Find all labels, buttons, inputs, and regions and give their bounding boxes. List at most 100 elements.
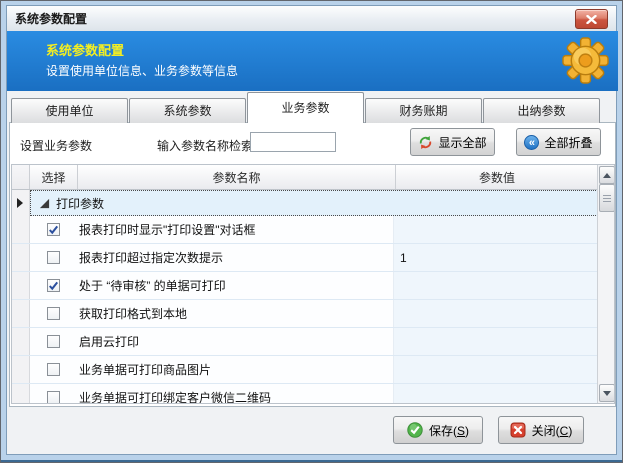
title-bar[interactable]: 系统参数配置 <box>7 6 616 31</box>
check-icon <box>48 225 59 235</box>
checkbox-box[interactable] <box>47 335 60 348</box>
tab-label: 财务账期 <box>399 104 447 118</box>
table-row[interactable]: 获取打印格式到本地 <box>12 300 598 328</box>
checkbox-box[interactable] <box>47 223 60 236</box>
group-expanded-icon[interactable] <box>39 198 50 209</box>
checkbox-box[interactable] <box>47 391 60 403</box>
param-checkbox[interactable] <box>30 244 77 271</box>
page-title: 系统参数配置 <box>46 40 124 59</box>
double-chevron-left-icon: « <box>524 135 539 150</box>
column-header-select[interactable]: 选择 <box>30 165 78 189</box>
checkbox-box[interactable] <box>47 363 60 376</box>
checkbox-box[interactable] <box>47 251 60 264</box>
param-name: 业务单据可打印商品图片 <box>77 356 394 383</box>
table-row[interactable]: 报表打印时显示"打印设置"对话框 <box>12 216 598 244</box>
param-value[interactable] <box>394 216 598 243</box>
row-indicator <box>12 244 30 271</box>
scroll-down-button[interactable] <box>599 384 615 402</box>
param-name: 处于 “待审核” 的单据可打印 <box>77 272 394 299</box>
tab-bar: 使用单位 系统参数 业务参数 财务账期 出纳参数 <box>11 93 601 123</box>
tab-label: 系统参数 <box>163 104 211 118</box>
gear-icon <box>562 37 609 84</box>
group-cell[interactable]: 打印参数 <box>30 190 598 216</box>
tab-item[interactable]: 使用单位 <box>11 98 128 123</box>
row-indicator <box>12 384 30 403</box>
business-params-panel: 设置业务参数 输入参数名称检索: 显示全部 « 全部折叠 选择 参数名称 参数值 <box>9 122 616 407</box>
column-header-param-name[interactable]: 参数名称 <box>78 165 396 189</box>
tab-item[interactable]: 出纳参数 <box>483 98 600 123</box>
row-indicator <box>12 328 30 355</box>
param-name: 启用云打印 <box>77 328 394 355</box>
show-all-label: 显示全部 <box>438 134 486 151</box>
page-header: 系统参数配置 设置使用单位信息、业务参数等信息 <box>7 31 618 91</box>
tab-label: 出纳参数 <box>517 104 565 118</box>
table-row[interactable]: 业务单据可打印绑定客户微信二维码 <box>12 384 598 403</box>
param-value[interactable] <box>394 300 598 327</box>
param-value[interactable] <box>394 356 598 383</box>
param-checkbox[interactable] <box>30 216 77 243</box>
tab-item[interactable]: 系统参数 <box>129 98 246 123</box>
param-name: 报表打印超过指定次数提示 <box>77 244 394 271</box>
scrollbar-thumb[interactable] <box>599 184 615 212</box>
close-x-icon <box>586 15 597 24</box>
close-x-square-icon <box>510 422 526 438</box>
show-all-button[interactable]: 显示全部 <box>410 128 495 156</box>
table-header: 选择 参数名称 参数值 <box>12 165 598 190</box>
tab-item[interactable]: 业务参数 <box>247 92 364 123</box>
table-body: 打印参数 报表打印时显示"打印设置"对话框 <box>12 190 598 403</box>
save-label: 保存(S) <box>429 422 469 439</box>
column-header-param-value[interactable]: 参数值 <box>396 165 598 189</box>
save-check-icon <box>407 422 423 438</box>
table-row[interactable]: 业务单据可打印商品图片 <box>12 356 598 384</box>
param-checkbox[interactable] <box>30 272 77 299</box>
group-label: 打印参数 <box>56 195 104 212</box>
row-indicator <box>12 272 30 299</box>
up-arrow-icon <box>603 173 611 178</box>
search-label: 输入参数名称检索: <box>157 137 256 154</box>
search-input[interactable] <box>250 132 336 152</box>
param-checkbox[interactable] <box>30 356 77 383</box>
group-row-print-params[interactable]: 打印参数 <box>12 190 598 216</box>
param-value[interactable] <box>394 384 598 403</box>
param-value[interactable] <box>394 272 598 299</box>
parameter-table: 选择 参数名称 参数值 打印参数 <box>11 164 615 404</box>
row-list: 报表打印时显示"打印设置"对话框 报表打印超过指定次数提示 1 <box>12 216 598 403</box>
section-label: 设置业务参数 <box>20 137 92 154</box>
param-checkbox[interactable] <box>30 328 77 355</box>
collapse-all-label: 全部折叠 <box>544 134 592 151</box>
param-value[interactable] <box>394 328 598 355</box>
row-indicator <box>12 190 30 216</box>
param-checkbox[interactable] <box>30 300 77 327</box>
header-indicator-cell <box>12 165 30 189</box>
table-row[interactable]: 报表打印超过指定次数提示 1 <box>12 244 598 272</box>
refresh-icon <box>418 135 433 150</box>
save-button[interactable]: 保存(S) <box>393 416 483 444</box>
tab-label: 业务参数 <box>281 101 329 115</box>
checkbox-box[interactable] <box>47 279 60 292</box>
tab-item[interactable]: 财务账期 <box>365 98 482 123</box>
param-name: 获取打印格式到本地 <box>77 300 394 327</box>
row-indicator <box>12 356 30 383</box>
param-value[interactable]: 1 <box>394 244 598 271</box>
table-row[interactable]: 处于 “待审核” 的单据可打印 <box>12 272 598 300</box>
collapse-all-button[interactable]: « 全部折叠 <box>516 128 601 156</box>
param-name: 报表打印时显示"打印设置"对话框 <box>77 216 394 243</box>
param-checkbox[interactable] <box>30 384 77 403</box>
vertical-scrollbar[interactable] <box>597 165 614 403</box>
window-close-button[interactable] <box>575 9 608 29</box>
down-arrow-icon <box>603 391 611 396</box>
check-icon <box>48 281 59 291</box>
system-parameter-dialog: 系统参数配置 系统参数配置 设置使用单位信息、业务参数等信息 使用单位 系统参数 <box>0 0 623 463</box>
table-row[interactable]: 启用云打印 <box>12 328 598 356</box>
close-label: 关闭(C) <box>532 422 573 439</box>
row-indicator <box>12 300 30 327</box>
checkbox-box[interactable] <box>47 307 60 320</box>
tab-label: 使用单位 <box>45 104 93 118</box>
page-subtitle: 设置使用单位信息、业务参数等信息 <box>46 62 238 79</box>
scroll-up-button[interactable] <box>599 166 615 184</box>
close-button[interactable]: 关闭(C) <box>498 416 584 444</box>
current-row-arrow-icon <box>17 198 23 208</box>
window-title: 系统参数配置 <box>15 10 87 27</box>
row-indicator <box>12 216 30 243</box>
param-name: 业务单据可打印绑定客户微信二维码 <box>77 384 394 403</box>
